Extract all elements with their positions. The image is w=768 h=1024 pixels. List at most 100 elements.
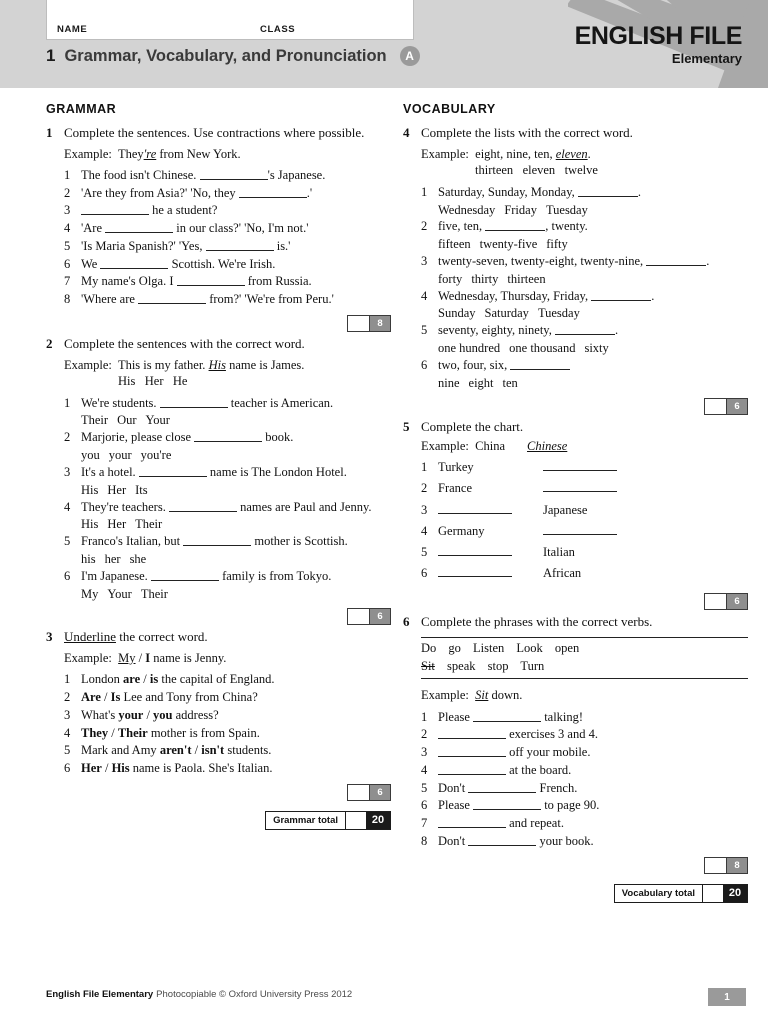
row-number: 1 — [421, 460, 428, 475]
answer-blank[interactable] — [438, 545, 512, 557]
answer-blank[interactable] — [473, 799, 542, 811]
answer-blank[interactable] — [577, 185, 638, 197]
answer-blank[interactable] — [485, 220, 546, 232]
exercise-2: 2 Complete the sentences with the correc… — [46, 336, 391, 626]
answer-blank[interactable] — [468, 834, 537, 846]
item-post: from?' 'We're from Peru.' — [206, 292, 334, 307]
answer-blank[interactable] — [468, 781, 537, 793]
item-post: Lee and Tony from China? — [120, 690, 258, 704]
vocabulary-total-max: 20 — [723, 884, 747, 902]
list-item: 1 We're students. teacher is American. Th… — [64, 395, 391, 430]
score-input[interactable] — [705, 398, 726, 414]
example-post: name is Jenny. — [150, 651, 227, 665]
answer-blank[interactable] — [543, 460, 617, 472]
item-pre: Mark and Amy — [81, 743, 160, 758]
answer-blank[interactable] — [138, 465, 207, 477]
answer-blank[interactable] — [176, 275, 245, 287]
score-input[interactable] — [348, 609, 369, 625]
item-post: talking! — [541, 709, 584, 724]
answer-blank[interactable] — [438, 728, 506, 740]
answer-blank[interactable] — [438, 816, 506, 828]
answer-blank[interactable] — [543, 523, 617, 535]
footer-brand: English File Elementary — [46, 989, 154, 1000]
choice-a[interactable]: your — [118, 708, 143, 722]
answer-blank[interactable] — [199, 168, 268, 180]
item-post: in our class?' 'No, I'm not.' — [173, 221, 309, 236]
answer-blank[interactable] — [543, 481, 617, 493]
nationality-cell[interactable] — [543, 523, 683, 544]
table-row: 3 Japanese — [421, 502, 683, 523]
answer-blank[interactable] — [438, 763, 506, 775]
answer-blank[interactable] — [238, 186, 307, 198]
choice-b[interactable]: His — [112, 761, 130, 775]
list-item: 3 It's a hotel. name is The London Hotel.… — [64, 464, 391, 499]
answer-blank[interactable] — [150, 569, 219, 581]
choice-a[interactable]: Are — [81, 690, 101, 704]
answer-blank[interactable] — [105, 222, 174, 234]
answer-blank[interactable] — [438, 745, 506, 757]
choice-a[interactable]: are — [123, 672, 140, 686]
item-post: 's Japanese. — [267, 167, 326, 182]
choice-a[interactable]: aren't — [160, 743, 192, 757]
option: He — [172, 373, 188, 388]
answer-blank[interactable] — [510, 358, 571, 370]
answer-blank[interactable] — [194, 431, 263, 443]
score-input[interactable] — [705, 857, 726, 873]
score-input[interactable] — [705, 593, 726, 609]
answer-blank[interactable] — [138, 293, 207, 305]
choice-b[interactable]: is — [150, 672, 158, 686]
choice-b[interactable]: Is — [111, 690, 121, 704]
exercise-1: 1 Complete the sentences. Use contractio… — [46, 125, 391, 332]
score-input[interactable] — [348, 784, 369, 800]
exercise-2-items: 1 We're students. teacher is American. Th… — [64, 395, 391, 603]
list-item: 8 'Where are from?' 'We're from Peru.' — [64, 291, 391, 309]
item-number: 5 — [64, 534, 71, 549]
choice-a[interactable]: They — [81, 726, 108, 740]
list-item: 5 Mark and Amy aren't / isn't students. — [64, 742, 391, 760]
answer-blank[interactable] — [438, 566, 512, 578]
answer-blank[interactable] — [81, 204, 149, 216]
exercise-4: 4 Complete the lists with the correct wo… — [403, 125, 748, 415]
answer-blank[interactable] — [100, 257, 169, 269]
item-post: . — [637, 184, 642, 199]
answer-blank[interactable] — [646, 254, 707, 266]
footer-copyright: Photocopiable © Oxford University Press … — [156, 989, 353, 1000]
nationality-cell[interactable] — [543, 459, 683, 480]
item-number: 6 — [64, 568, 71, 583]
grammar-total-input[interactable] — [345, 811, 366, 829]
row-number: 3 — [421, 502, 428, 517]
option: thirty — [471, 271, 499, 286]
answer-blank[interactable] — [591, 289, 652, 301]
answer-blank[interactable] — [168, 500, 237, 512]
answer-blank[interactable] — [183, 535, 252, 547]
score-input[interactable] — [348, 315, 369, 331]
answer-blank[interactable] — [473, 710, 542, 722]
item-post: to page 90. — [541, 798, 600, 813]
score-max: 8 — [726, 857, 747, 873]
item-pre: Franco's Italian, but — [81, 534, 184, 549]
country-cell[interactable] — [438, 544, 543, 565]
item-post: Scottish. We're Irish. — [168, 256, 276, 271]
option: His — [118, 373, 136, 388]
answer-blank[interactable] — [438, 502, 512, 514]
list-item: 4 at the board. — [421, 762, 748, 780]
item-pre: 'Where are — [81, 292, 139, 307]
country-cell[interactable] — [438, 502, 543, 523]
item-post: off your mobile. — [506, 745, 591, 759]
exercise-1-score: 8 — [64, 314, 391, 332]
choice-a[interactable]: Her — [81, 761, 102, 775]
country-cell[interactable] — [438, 565, 543, 586]
item-number: 3 — [64, 707, 71, 722]
answer-blank[interactable] — [159, 396, 228, 408]
example-nationality: Chinese — [527, 439, 568, 454]
answer-blank[interactable] — [555, 324, 615, 336]
nationality-cell[interactable] — [543, 480, 683, 501]
choice-b[interactable]: you — [153, 708, 172, 722]
score-max: 6 — [369, 609, 390, 625]
choice-b[interactable]: Their — [118, 726, 148, 740]
answer-blank[interactable] — [205, 239, 274, 251]
choice-b[interactable]: isn't — [201, 743, 224, 757]
class-label: CLASS — [260, 24, 296, 35]
instruction-underline-word: Underline — [64, 629, 116, 645]
vocabulary-total-input[interactable] — [702, 884, 723, 902]
